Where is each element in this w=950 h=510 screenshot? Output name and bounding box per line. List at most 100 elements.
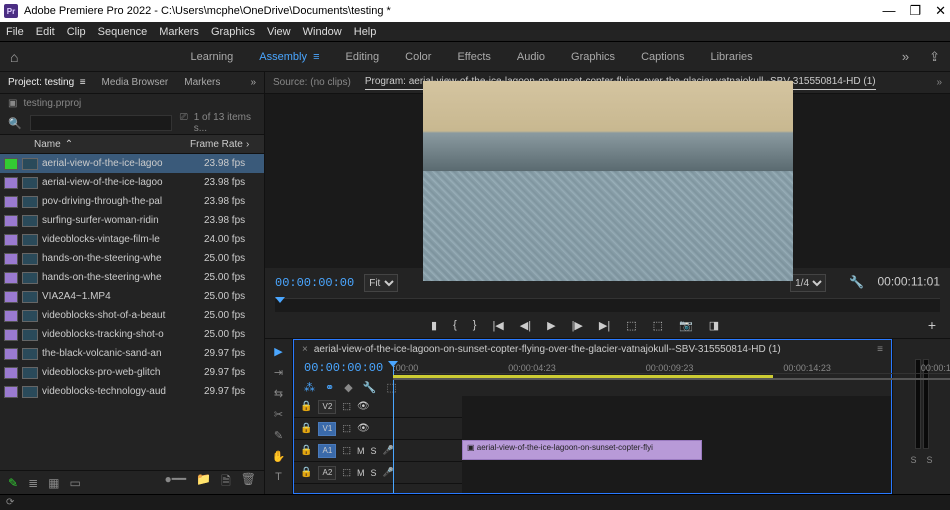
step-forward-icon[interactable]: |▶ <box>572 319 583 332</box>
project-item[interactable]: the-black-volcanic-sand-an29.97 fps <box>0 344 264 363</box>
label-swatch[interactable] <box>4 158 18 170</box>
fit-select[interactable]: Fit <box>364 274 398 292</box>
timecode-left[interactable]: 00:00:00:00 <box>275 276 354 290</box>
lift-icon[interactable]: ⬚ <box>626 319 636 332</box>
project-item[interactable]: videoblocks-shot-of-a-beaut25.00 fps <box>0 306 264 325</box>
label-swatch[interactable] <box>4 367 18 379</box>
mute-icon[interactable]: M <box>357 468 365 478</box>
panel-tab-2[interactable]: Markers <box>184 77 220 88</box>
label-swatch[interactable] <box>4 234 18 246</box>
track-header-v1[interactable]: 🔒V1⬚👁 <box>294 418 462 440</box>
monitor-overflow-icon[interactable]: » <box>936 77 942 88</box>
export-frame-icon[interactable]: 📷 <box>679 319 693 332</box>
sync-lock-icon[interactable]: ⬚ <box>342 423 351 434</box>
sync-icon[interactable]: ⟳ <box>6 497 14 508</box>
track-select-tool-icon[interactable]: ⇥ <box>274 366 283 379</box>
selection-tool-icon[interactable]: ▶ <box>274 345 282 358</box>
workspace-assembly[interactable]: Assembly ≡ <box>259 51 319 63</box>
track-patch[interactable]: V2 <box>318 400 336 414</box>
minimize-button[interactable]: — <box>882 3 895 19</box>
workspace-graphics[interactable]: Graphics <box>571 51 615 63</box>
timeline-timecode[interactable]: 00:00:00:00 <box>294 361 393 375</box>
label-swatch[interactable] <box>4 272 18 284</box>
workspace-captions[interactable]: Captions <box>641 51 684 63</box>
source-monitor-tab[interactable]: Source: (no clips) <box>273 77 351 88</box>
trash-icon[interactable]: 🗑 <box>241 472 256 493</box>
sync-lock-icon[interactable]: ⬚ <box>342 467 351 478</box>
pen-tool-icon[interactable]: ✎ <box>274 429 283 442</box>
label-swatch[interactable] <box>4 310 18 322</box>
label-swatch[interactable] <box>4 215 18 227</box>
sync-lock-icon[interactable]: ⬚ <box>342 445 351 456</box>
add-marker-icon[interactable]: ▮ <box>431 319 437 332</box>
solo-icon[interactable]: S <box>370 468 376 478</box>
label-swatch[interactable] <box>4 253 18 265</box>
close-sequence-icon[interactable]: × <box>302 344 308 355</box>
playhead-icon[interactable] <box>275 297 285 303</box>
program-viewer[interactable] <box>265 94 950 268</box>
mark-out-icon[interactable]: } <box>473 319 477 331</box>
mute-icon[interactable]: M <box>357 446 365 456</box>
workspace-color[interactable]: Color <box>405 51 431 63</box>
new-bin-icon[interactable]: 📁 <box>196 472 211 493</box>
share-icon[interactable]: ⇪ <box>929 49 940 65</box>
insert-icon[interactable]: ⬚ <box>386 381 396 394</box>
hand-tool-icon[interactable]: ✋ <box>272 450 286 463</box>
track-header-a1[interactable]: 🔒 A1 ⬚ MS 🎤 <box>294 440 462 462</box>
lock-icon[interactable]: 🔒 <box>300 445 312 456</box>
video-clip[interactable]: ▣ aerial-view-of-the-ice-lagoon-on-sunse… <box>462 440 702 460</box>
type-tool-icon[interactable]: T <box>275 471 282 483</box>
list-view-icon[interactable]: ≣ <box>28 476 38 490</box>
snap-icon[interactable]: ⁂ <box>304 381 315 394</box>
lock-icon[interactable]: 🔒 <box>300 423 312 434</box>
razor-tool-icon[interactable]: ✂ <box>274 408 283 421</box>
linked-selection-icon[interactable]: ⚭ <box>325 381 334 394</box>
menu-file[interactable]: File <box>6 26 24 38</box>
menu-clip[interactable]: Clip <box>67 26 86 38</box>
zoom-slider[interactable]: ●━━ <box>164 472 186 493</box>
label-swatch[interactable] <box>4 329 18 341</box>
resolution-select[interactable]: 1/4 <box>790 274 826 292</box>
project-breadcrumb[interactable]: testing.prproj <box>23 98 81 109</box>
lock-icon[interactable]: 🔒 <box>300 401 312 412</box>
panel-tab-0[interactable]: Project: testing ≡ <box>8 77 86 88</box>
voice-icon[interactable]: 🎤 <box>382 467 393 478</box>
overflow-icon[interactable]: » <box>902 49 909 65</box>
project-item[interactable]: hands-on-the-steering-whe25.00 fps <box>0 268 264 287</box>
solo-icon[interactable]: S <box>370 446 376 456</box>
mark-in-icon[interactable]: { <box>453 319 457 331</box>
track-header-a2[interactable]: 🔒A2⬚MS🎤 <box>294 462 462 484</box>
label-swatch[interactable] <box>4 348 18 360</box>
voice-icon[interactable]: 🎤 <box>382 445 393 456</box>
play-icon[interactable]: ▶ <box>547 319 555 332</box>
lock-icon[interactable]: 🔒 <box>300 467 312 478</box>
project-item[interactable]: videoblocks-tracking-shot-o25.00 fps <box>0 325 264 344</box>
comparison-icon[interactable]: ◨ <box>709 319 719 332</box>
eye-icon[interactable]: 👁 <box>357 401 370 412</box>
label-swatch[interactable] <box>4 196 18 208</box>
icon-view-icon[interactable]: ▦ <box>48 476 59 490</box>
project-item[interactable]: videoblocks-pro-web-glitch29.97 fps <box>0 363 264 382</box>
project-item[interactable]: videoblocks-vintage-film-le24.00 fps <box>0 230 264 249</box>
panel-overflow-icon[interactable]: » <box>250 77 256 88</box>
project-item[interactable]: aerial-view-of-the-ice-lagoo23.98 fps <box>0 154 264 173</box>
button-editor-icon[interactable]: + <box>928 317 950 333</box>
track-patch[interactable]: A1 <box>318 444 336 458</box>
extract-icon[interactable]: ⬚ <box>653 319 663 332</box>
close-button[interactable]: ✕ <box>935 3 946 19</box>
eye-icon[interactable]: 👁 <box>357 423 370 434</box>
step-back-icon[interactable]: ◀| <box>520 319 531 332</box>
solo-right-label[interactable]: S <box>927 455 933 465</box>
workspace-editing[interactable]: Editing <box>346 51 380 63</box>
program-ruler[interactable] <box>275 298 940 312</box>
workspace-learning[interactable]: Learning <box>190 51 233 63</box>
panel-menu-icon[interactable]: ≡ <box>877 344 883 355</box>
settings-tl-icon[interactable]: 🔧 <box>363 381 377 394</box>
ripple-edit-tool-icon[interactable]: ⇆ <box>274 387 283 400</box>
menu-help[interactable]: Help <box>354 26 377 38</box>
new-item-dropdown-icon[interactable]: 🗎 <box>221 472 231 493</box>
project-item[interactable]: pov-driving-through-the-pal23.98 fps <box>0 192 264 211</box>
column-framerate[interactable]: Frame Rate <box>186 139 246 150</box>
project-item[interactable]: VIA2A4~1.MP425.00 fps <box>0 287 264 306</box>
menu-window[interactable]: Window <box>303 26 342 38</box>
